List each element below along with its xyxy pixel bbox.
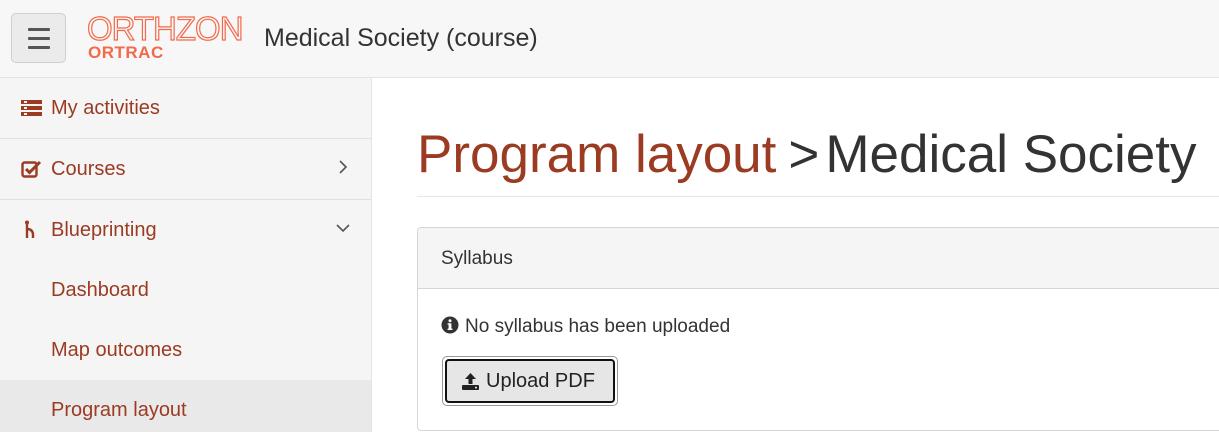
orthzone-logo[interactable]: ORTHZONE ORTRAC <box>86 9 265 64</box>
upload-icon <box>461 372 480 391</box>
sidebar-subitem-map-outcomes[interactable]: Map outcomes <box>0 320 371 380</box>
chevron-right-icon <box>336 159 350 175</box>
hamburger-line <box>28 28 50 31</box>
heading-divider <box>417 196 1219 197</box>
hamburger-menu-button[interactable] <box>11 13 66 63</box>
sidebar-subitem-label: Map outcomes <box>51 339 183 361</box>
checkbox-icon <box>21 159 42 179</box>
syllabus-panel-title: Syllabus <box>441 248 513 269</box>
sidebar: My activities Courses Blueprinting Dashb <box>0 78 372 432</box>
sidebar-subitem-label: Dashboard <box>51 279 149 301</box>
sidebar-item-my-activities[interactable]: My activities <box>0 78 371 139</box>
breadcrumb-current: Medical Society <box>825 125 1197 184</box>
sidebar-item-courses[interactable]: Courses <box>0 139 371 200</box>
chevron-down-icon <box>336 220 350 236</box>
breadcrumb-separator: > <box>788 125 820 184</box>
syllabus-notice-text: No syllabus has been uploaded <box>465 316 731 337</box>
page-heading: Program layout > Medical Society <box>417 124 1197 185</box>
sidebar-item-label: My activities <box>51 97 160 119</box>
sidebar-subitem-label: Program layout <box>51 399 187 421</box>
sidebar-item-label: Courses <box>51 158 126 180</box>
main-content: Program layout > Medical Society Syllabus … <box>372 78 1219 432</box>
upload-pdf-button[interactable]: Upload PDF <box>442 356 618 406</box>
info-circle-icon <box>441 316 459 334</box>
syllabus-panel: Syllabus No syllabus has been uploaded U… <box>417 227 1219 431</box>
list-icon <box>21 98 42 118</box>
sidebar-item-blueprinting[interactable]: Blueprinting <box>0 200 371 261</box>
breadcrumb-parent-link[interactable]: Program layout <box>417 125 776 184</box>
top-navbar: ORTHZONE ORTRAC Medical Society (course) <box>0 0 1219 78</box>
syllabus-notice: No syllabus has been uploaded <box>441 316 730 338</box>
hamburger-line <box>28 37 50 40</box>
sidebar-subitem-dashboard[interactable]: Dashboard <box>0 260 371 320</box>
svg-text:ORTHZONE: ORTHZONE <box>87 14 244 46</box>
syllabus-panel-header: Syllabus <box>418 228 1219 289</box>
sidebar-subitem-program-layout[interactable]: Program layout <box>0 380 371 432</box>
blueprint-branch-icon <box>21 220 42 240</box>
sidebar-item-label: Blueprinting <box>51 219 157 241</box>
logo-wordmark-icon: ORTHZONE <box>86 9 265 47</box>
course-title: Medical Society (course) <box>264 24 538 52</box>
hamburger-line <box>28 46 50 49</box>
upload-pdf-label: Upload PDF <box>486 370 595 392</box>
logo-subtitle: ORTRAC <box>88 43 164 62</box>
